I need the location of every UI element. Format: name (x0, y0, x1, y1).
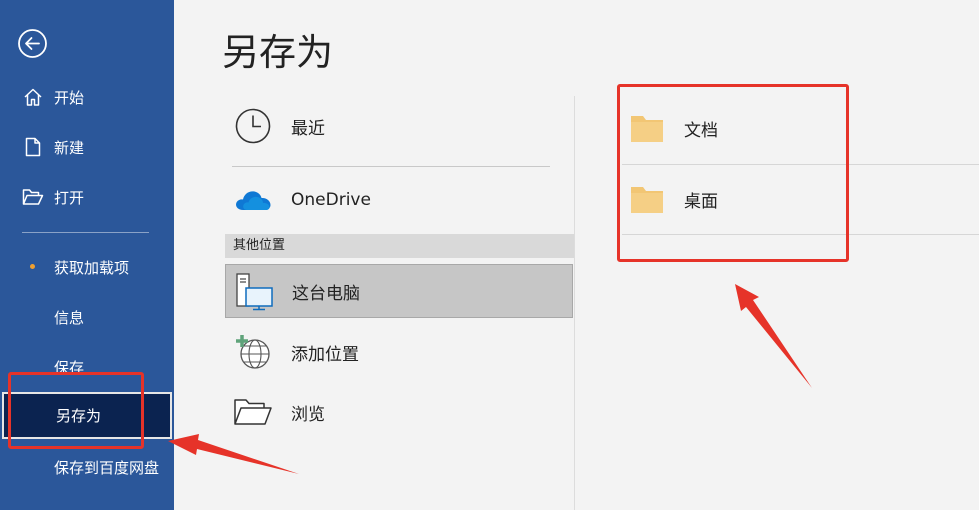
annotation-arrows (168, 284, 812, 474)
annotation-arrow-folders (735, 284, 812, 388)
annotation-arrow-save-as (168, 434, 299, 474)
